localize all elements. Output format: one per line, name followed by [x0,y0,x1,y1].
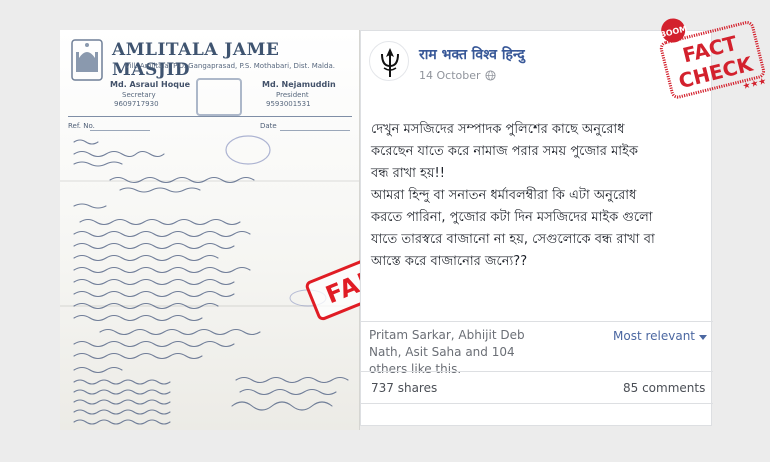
divider [361,371,713,372]
divider [361,321,713,322]
page-name-link[interactable]: राम भक्त विश्व हिन्दु [419,45,525,64]
comment-sort-dropdown[interactable]: Most relevant [613,329,695,343]
post-body: দেখুন মসজিদের সম্পাদক পুলিশের কাছে অনুরো… [371,122,655,269]
globe-icon [485,70,496,81]
page-avatar[interactable] [369,41,409,81]
boom-fact-check-badge: BOOM FACT CHECK ★★★ [659,18,766,99]
trishul-icon [381,48,399,77]
handwritten-body [73,135,349,425]
comments-count[interactable]: 85 comments [623,381,705,395]
post-timestamp[interactable]: 14 October [419,69,481,82]
divider [361,403,713,404]
screenshot-root: AMLITALA JAME MASJID Vill. Amlitala, P.O… [0,0,770,462]
star-icon: ★★★ [742,77,766,93]
letter-photo: AMLITALA JAME MASJID Vill. Amlitala, P.O… [60,30,360,430]
shares-count[interactable]: 737 shares [371,381,437,395]
chevron-down-icon[interactable] [699,335,707,340]
